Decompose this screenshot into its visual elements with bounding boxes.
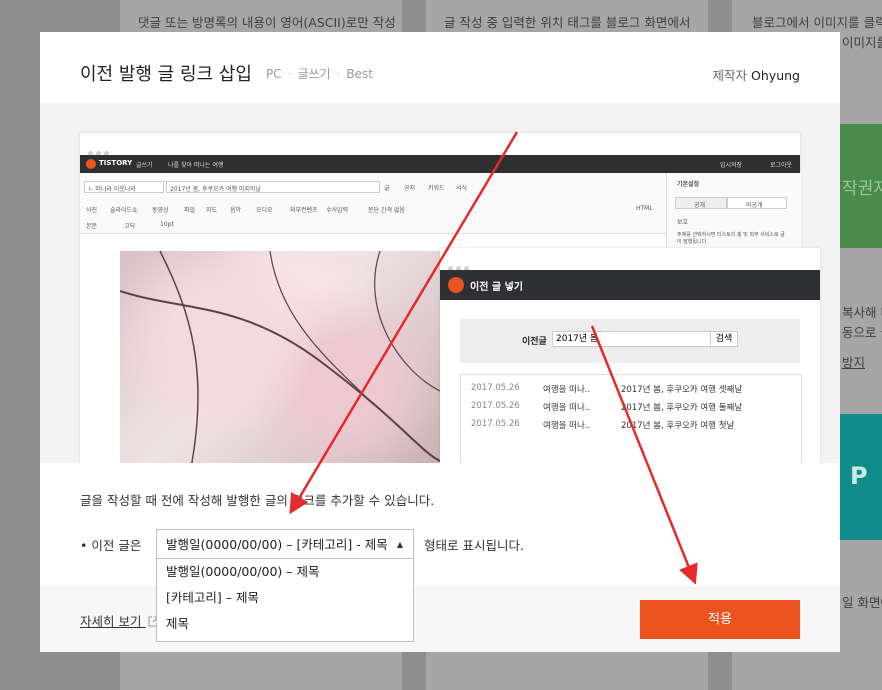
arrow-to-dialog xyxy=(289,131,519,515)
arrow-to-apply xyxy=(590,325,698,585)
annotation-arrows xyxy=(289,131,698,585)
